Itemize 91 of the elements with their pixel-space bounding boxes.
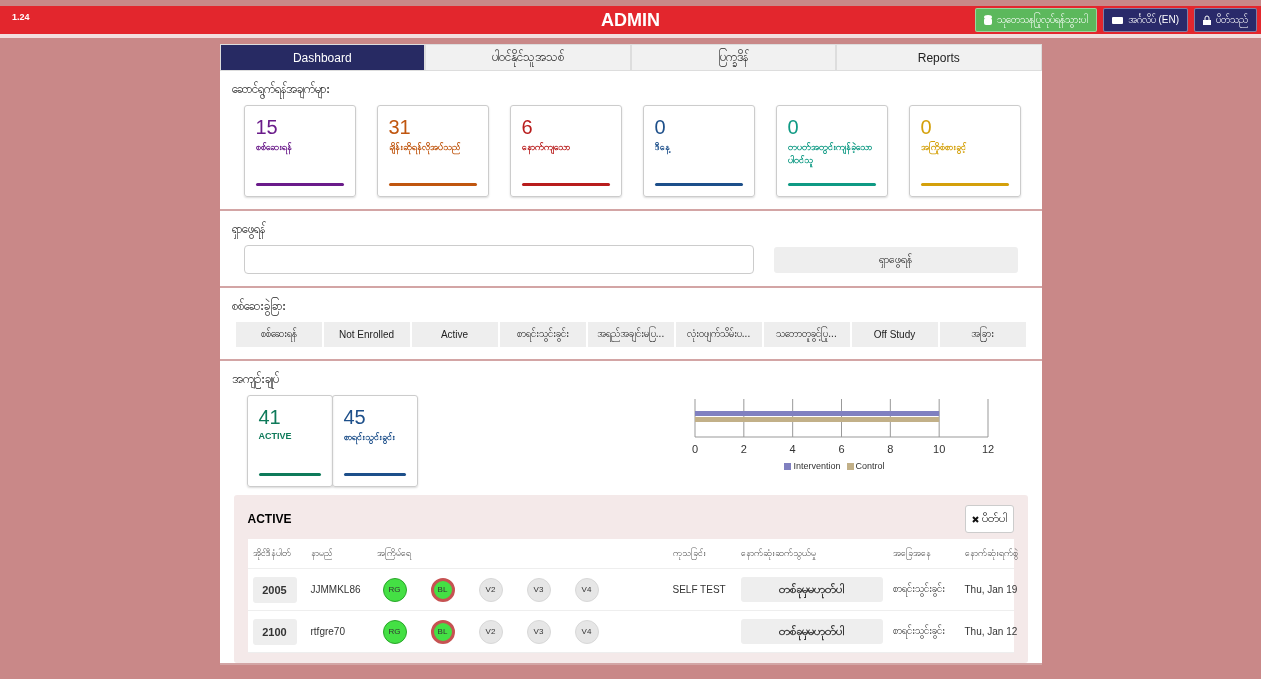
name-cell-text: rtfgre70	[310, 626, 346, 637]
stat-card[interactable]: 45 စာရင်းသွင်းခွင်း	[331, 395, 418, 487]
search-field[interactable]	[243, 245, 754, 274]
axis-tick-label: 12	[981, 443, 994, 455]
visit-badge[interactable]: V3	[526, 577, 551, 602]
language-button[interactable]: အင်္ဂလိပ် (EN)	[1102, 8, 1188, 32]
stat-card[interactable]: 0 တပတ်အတွင်းကျန်ခဲ့သောပါဝင်သူ	[775, 105, 888, 197]
stat-count: 6	[521, 116, 534, 139]
legend-item: Intervention	[784, 461, 841, 471]
tab[interactable]: ပါဝင်နိုင်သူအသစ်	[425, 44, 631, 71]
status-cell: စာရင်းသွင်းခွင်း	[892, 582, 965, 597]
column-header: နောက်ဆုံးဆက်သွယ်မှု	[740, 547, 817, 560]
legend-item: Control	[846, 461, 885, 471]
filter-chip[interactable]: Not Enrolled	[323, 322, 410, 347]
version-label: 1.24	[12, 12, 30, 22]
accent-line	[343, 473, 406, 476]
filter-chip[interactable]: စစ်ဆေးရန်	[235, 322, 322, 347]
stat-count: 45	[343, 406, 367, 429]
accent-line	[258, 473, 321, 476]
axis-tick-label: 0	[691, 443, 698, 455]
date-cell: Thu, Jan 19	[964, 584, 1018, 595]
visit-badge[interactable]: BL	[430, 619, 455, 644]
visit-badge[interactable]: V4	[574, 577, 599, 602]
filter-chip[interactable]: စာရင်းသွင်းခွင်း	[499, 322, 586, 347]
date-cell: Thu, Jan 12	[964, 626, 1018, 637]
stat-count: 41	[258, 406, 282, 429]
axis-tick-label: 2	[740, 443, 747, 455]
column-header: အခြေအနေ	[892, 547, 932, 560]
filter-chip[interactable]: Active	[411, 322, 498, 347]
section-title: စစ်ဆေးခွဲခြား	[231, 298, 1030, 316]
visit-badge[interactable]: V4	[574, 619, 599, 644]
axis-tick-label: 6	[837, 443, 845, 455]
stat-label: နောက်ကျသော	[521, 141, 610, 163]
visit-badge[interactable]: RG	[382, 577, 407, 602]
stat-label: တပတ်အတွင်းကျန်ခဲ့သောပါဝင်သူ	[787, 141, 876, 167]
stat-count: 31	[388, 116, 412, 139]
filter-chip[interactable]: လုံးဝဖျက်သိမ်းပ...	[675, 322, 762, 347]
id-cell: 2100	[252, 618, 297, 645]
stat-count: 0	[654, 116, 667, 139]
column-header: နာမည်	[310, 547, 333, 560]
search-button[interactable]: ရှာဖွေရန်	[773, 246, 1018, 273]
status-cell: စာရင်းသွင်းခွင်း	[892, 624, 965, 639]
filter-chip[interactable]: အခြား	[939, 322, 1026, 347]
stat-label: ACTIVE	[258, 431, 293, 443]
stat-label: ချိန်းဆိုရန်လိုအပ်သည်	[388, 141, 477, 163]
stat-label: စာရင်းသွင်းခွင်း	[343, 431, 406, 453]
column-header: ကုသခြင်း	[672, 547, 707, 560]
stat-count: 15	[255, 116, 279, 139]
stat-card[interactable]: 15 စစ်ဆေးရန်	[243, 105, 356, 197]
app-title: ADMIN	[601, 9, 660, 31]
treatment-cell: SELF TEST	[672, 584, 726, 595]
stat-label: အကြိုစံစားခွင့်	[920, 141, 1009, 163]
tab[interactable]: ပြက္ခဒိန်	[630, 44, 836, 71]
name-cell-text: JJMMKL86	[310, 584, 362, 595]
filter-chip[interactable]: အရည်အချင်းမပြ...	[587, 322, 674, 347]
id-cell: 2005	[252, 576, 297, 603]
stat-count: 0	[787, 116, 800, 139]
stat-card[interactable]: 6 နောက်ကျသော	[509, 105, 622, 197]
keyboard-icon	[1111, 16, 1123, 24]
tab[interactable]: Reports	[836, 44, 1042, 71]
stat-count: 0	[920, 116, 933, 139]
close-icon	[971, 515, 979, 523]
section-title: ဆောင်ရွက်ရန်အချက်များ	[231, 81, 1030, 99]
visit-badge[interactable]: V2	[478, 577, 503, 602]
tab[interactable]: Dashboard	[219, 44, 425, 71]
column-header: နောက်ဆုံးရက်စွဲ	[964, 547, 1018, 560]
close-button[interactable]: ပိတ်ပါ	[964, 505, 1014, 533]
axis-tick-label: 4	[789, 443, 796, 455]
table-title: ACTIVE	[247, 512, 292, 526]
lock-icon	[1203, 15, 1211, 25]
section-title: အကျဉ်းချုပ်	[231, 371, 1030, 389]
section-title: ရှာဖွေရန်	[231, 221, 1030, 239]
stat-label: ဒီနေ့	[654, 141, 743, 163]
axis-tick-label: 10	[932, 443, 945, 455]
stat-card[interactable]: 31 ချိန်းဆိုရန်လိုအပ်သည်	[376, 105, 489, 197]
database-icon	[983, 15, 992, 25]
axis-tick-label: 8	[886, 443, 893, 455]
visit-badge[interactable]: BL	[430, 577, 455, 602]
contact-cell: တစ်ခုမှမဟုတ်ပါ	[740, 577, 883, 602]
filter-chip[interactable]: သဘောတူခွင့်ပြု...	[763, 322, 850, 347]
logout-button[interactable]: ပိတ်သည်	[1194, 8, 1257, 32]
column-header: အိုင်ဒီနံပါတ်	[252, 547, 292, 560]
visit-badge[interactable]: V2	[478, 619, 503, 644]
filter-chip[interactable]: Off Study	[851, 322, 938, 347]
visit-badge[interactable]: V3	[526, 619, 551, 644]
stat-label: စစ်ဆေးရန်	[255, 141, 344, 163]
visit-badge[interactable]: RG	[382, 619, 407, 644]
column-header: အကြိမ်ရေ	[376, 547, 413, 560]
contact-cell: တစ်ခုမှမဟုတ်ပါ	[740, 619, 883, 644]
stat-card[interactable]: 0 ဒီနေ့	[642, 105, 755, 197]
stat-card[interactable]: 41 ACTIVE	[246, 395, 333, 487]
